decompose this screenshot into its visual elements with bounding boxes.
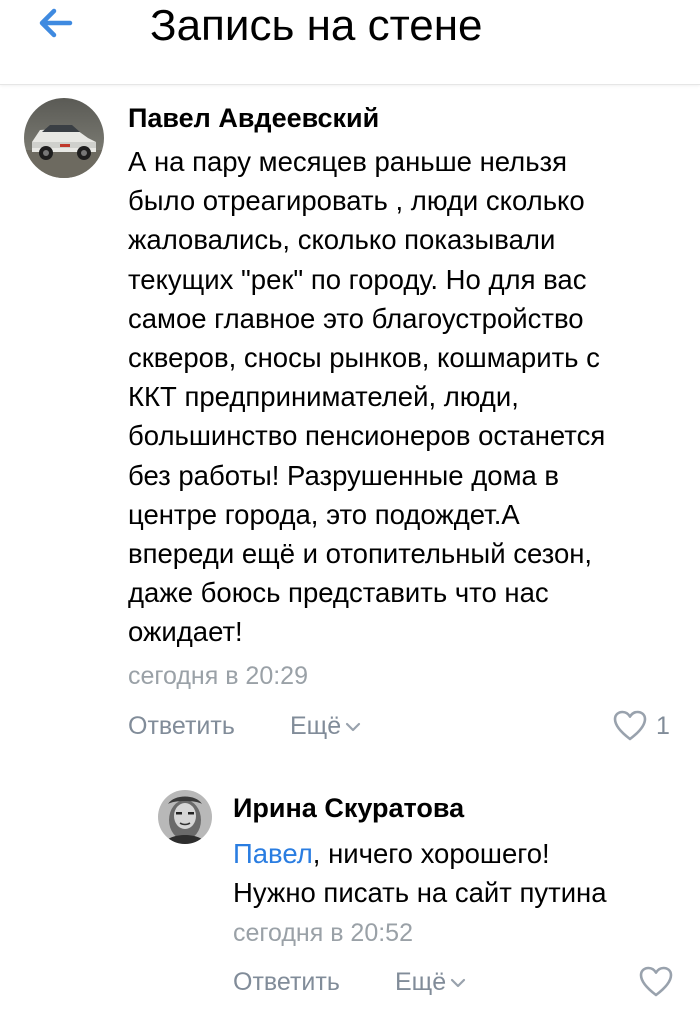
comment-author[interactable]: Павел Авдеевский — [128, 102, 379, 134]
comment-text-part: , ничего хорошего! — [312, 838, 550, 869]
comment-line-2: Нужно писать на сайт путина — [233, 877, 607, 909]
like-button[interactable]: 1 — [612, 708, 692, 744]
page-title: Запись на стене — [150, 1, 483, 50]
like-count: 1 — [656, 712, 670, 740]
more-button[interactable]: Ещё — [395, 966, 466, 998]
back-button[interactable] — [30, 2, 90, 46]
comment-timestamp: сегодня в 20:52 — [233, 919, 413, 947]
portrait-avatar — [158, 790, 212, 844]
more-button[interactable]: Ещё — [290, 710, 361, 742]
comment-author[interactable]: Ирина Скуратова — [233, 792, 464, 824]
reply-button[interactable]: Ответить — [233, 966, 340, 998]
car-avatar — [24, 98, 104, 178]
chevron-down-icon — [346, 723, 361, 732]
comment-line-1: Павел, ничего хорошего! — [233, 834, 693, 873]
mention-link[interactable]: Павел — [233, 838, 313, 869]
more-label: Ещё — [290, 712, 342, 740]
avatar-irina[interactable] — [158, 790, 212, 844]
comment-text: А на пару месяцев раньше нельзя было отр… — [128, 146, 606, 648]
heart-outline-icon — [639, 966, 673, 997]
more-label: Ещё — [395, 968, 447, 996]
avatar-pavel[interactable] — [24, 98, 104, 178]
like-button[interactable] — [638, 964, 678, 1000]
reply-button[interactable]: Ответить — [128, 710, 235, 742]
comment-timestamp: сегодня в 20:29 — [128, 662, 308, 690]
comment-text: Павел, ничего хорошего! Нужно писать на … — [233, 834, 693, 912]
top-bar: Запись на стене — [0, 0, 700, 85]
heart-outline-icon — [613, 710, 647, 741]
arrow-left-icon — [39, 8, 73, 38]
chevron-down-icon — [451, 979, 466, 988]
